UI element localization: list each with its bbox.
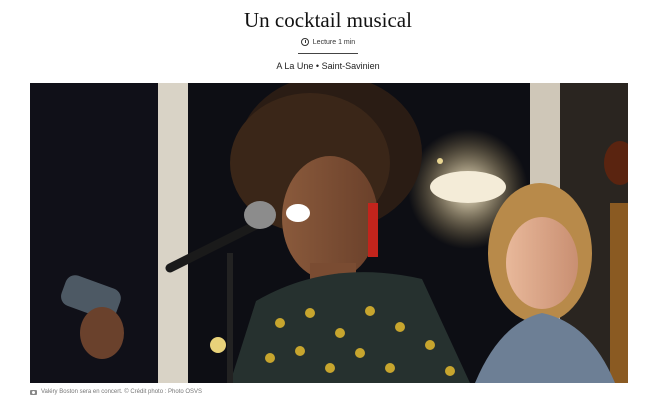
read-time: Lecture 1 min (0, 38, 656, 46)
clock-icon (300, 38, 309, 46)
read-time-label: Lecture 1 min (312, 38, 356, 46)
photo-caption: Valéry Boston sera en concert. © Crédit … (30, 389, 202, 395)
concert-photo-illustration (30, 83, 628, 383)
breadcrumb-city-link[interactable]: Saint-Savinien (322, 61, 380, 71)
breadcrumb: A La Une • Saint-Savinien (0, 61, 656, 71)
article-photo (30, 83, 628, 383)
camera-icon (30, 389, 37, 395)
breadcrumb-section-link[interactable]: A La Une (276, 61, 313, 71)
breadcrumb-separator: • (315, 61, 320, 71)
article-title: Un cocktail musical (244, 8, 412, 32)
photo-caption-text: Valéry Boston sera en concert. © Crédit … (41, 389, 203, 395)
title-divider (298, 53, 358, 54)
